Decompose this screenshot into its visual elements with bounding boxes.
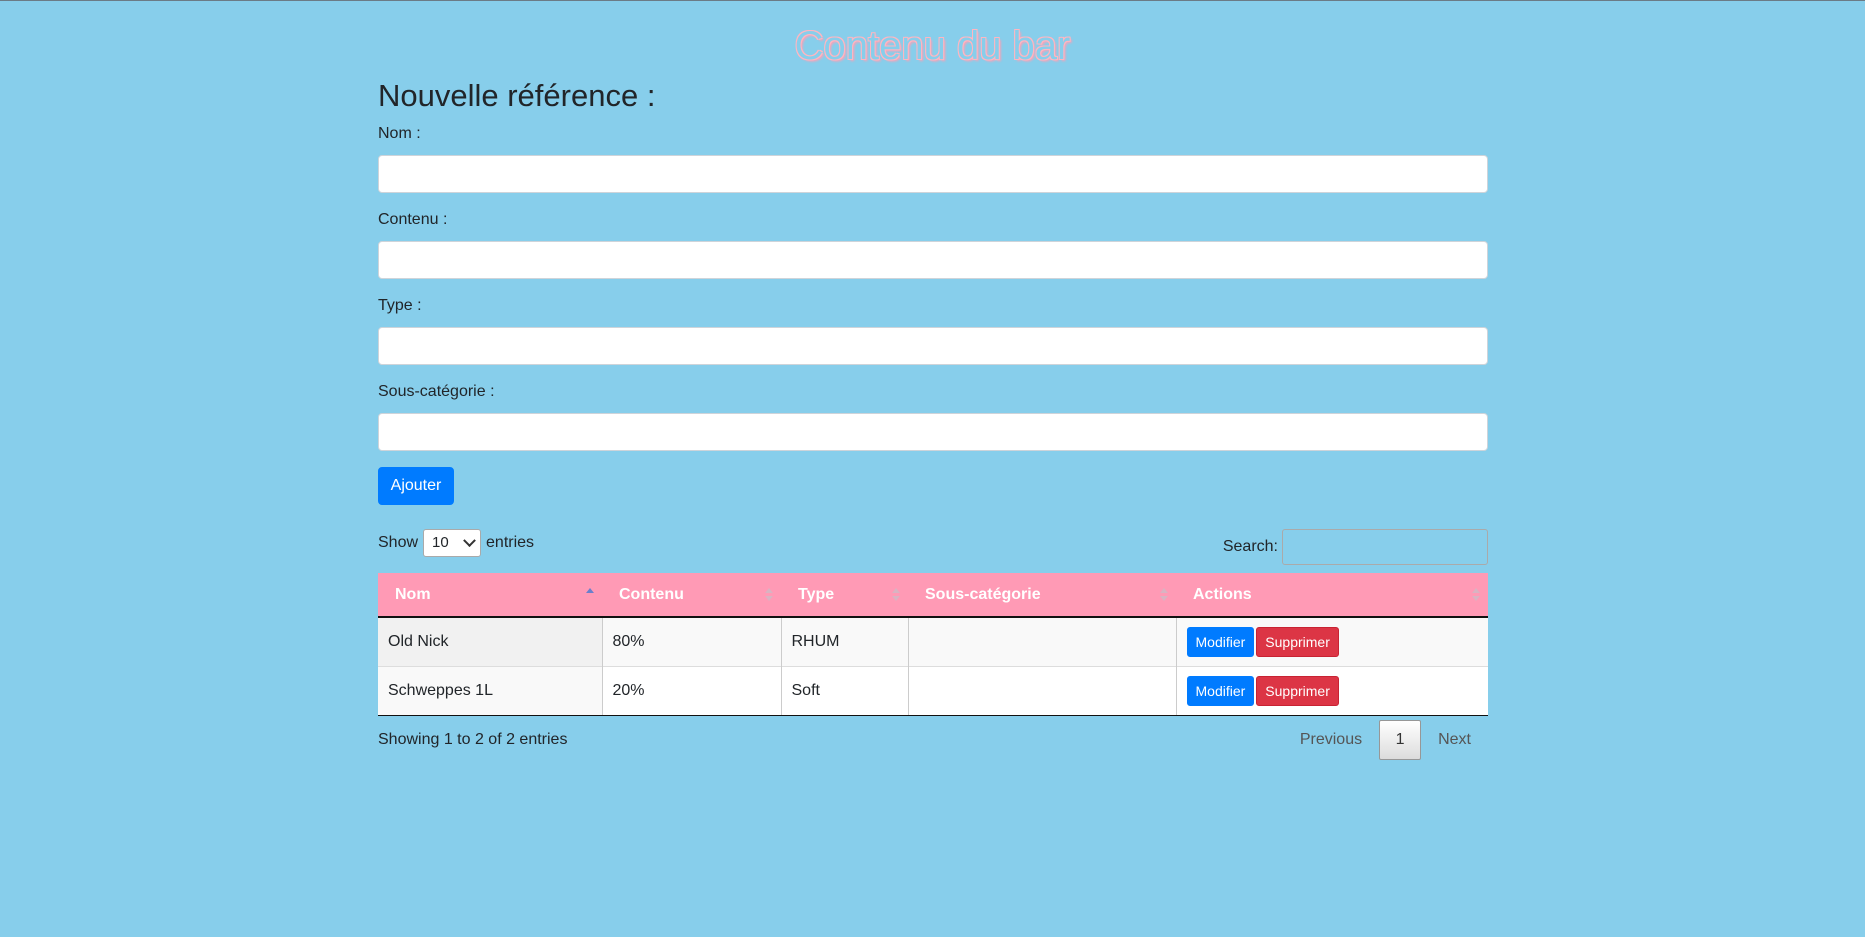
contenu-label: Contenu : — [378, 211, 448, 228]
cell-type: Soft — [781, 665, 909, 716]
sort-both-icon — [892, 587, 900, 603]
type-input[interactable] — [378, 327, 1488, 365]
cell-contenu: 20% — [602, 665, 782, 716]
pagination: Previous 1 Next — [1283, 720, 1488, 760]
column-header-actions[interactable]: Actions — [1176, 573, 1488, 618]
modifier-button[interactable]: Modifier — [1186, 675, 1255, 706]
contenu-input[interactable] — [378, 241, 1488, 279]
column-header-nom[interactable]: Nom — [378, 573, 602, 618]
column-header-label: Sous-catégorie — [925, 585, 1041, 603]
chevron-down-icon — [463, 533, 476, 547]
entries-label: entries — [486, 534, 535, 551]
sort-both-icon — [1472, 587, 1480, 603]
cell-nom: Schweppes 1L — [378, 665, 603, 716]
search-label: Search: — [1222, 538, 1278, 555]
page-1-button[interactable]: 1 — [1379, 720, 1422, 760]
sort-both-icon — [1160, 587, 1168, 603]
cell-actions: Modifier Supprimer — [1176, 665, 1488, 716]
search-input[interactable] — [1282, 529, 1488, 565]
cell-actions: Modifier Supprimer — [1176, 616, 1488, 666]
page-title: Contenu du bar — [794, 24, 1071, 68]
cell-type: RHUM — [781, 616, 909, 666]
nom-input[interactable] — [378, 155, 1488, 193]
page-length-control: Show 10 entries — [378, 529, 534, 557]
type-label: Type : — [378, 297, 422, 314]
cell-nom: Old Nick — [378, 616, 603, 666]
column-header-contenu[interactable]: Contenu — [602, 573, 781, 618]
ajouter-button[interactable]: Ajouter — [378, 467, 454, 505]
page-length-select[interactable]: 10 — [423, 529, 482, 557]
column-header-type[interactable]: Type — [781, 573, 908, 618]
column-header-label: Contenu — [619, 585, 684, 603]
nom-label: Nom : — [378, 125, 421, 142]
sort-ascending-icon — [586, 587, 594, 603]
column-header-label: Actions — [1193, 585, 1252, 603]
modifier-button[interactable]: Modifier — [1186, 626, 1255, 657]
table-row: Old Nick 80% RHUM Modifier Supprimer — [378, 616, 1488, 666]
supprimer-button[interactable]: Supprimer — [1256, 675, 1339, 706]
cell-contenu: 80% — [602, 616, 782, 666]
cell-sous-categorie — [908, 616, 1177, 666]
column-header-label: Type — [798, 585, 835, 603]
table-row: Schweppes 1L 20% Soft Modifier Supprimer — [378, 665, 1488, 716]
window-top-border — [0, 0, 1865, 1]
form-heading: Nouvelle référence : — [378, 78, 656, 113]
column-header-label: Nom — [395, 585, 431, 603]
sort-both-icon — [765, 587, 773, 603]
column-header-sous-categorie[interactable]: Sous-catégorie — [908, 573, 1176, 618]
supprimer-button[interactable]: Supprimer — [1256, 626, 1339, 657]
sous-categorie-input[interactable] — [378, 413, 1488, 451]
next-button[interactable]: Next — [1421, 720, 1488, 760]
previous-button[interactable]: Previous — [1283, 720, 1379, 760]
table-header-row: Nom Contenu Type Sous-catégorie Actions — [378, 573, 1488, 618]
cell-sous-categorie — [908, 665, 1177, 716]
page-length-value: 10 — [432, 534, 449, 551]
table-info: Showing 1 to 2 of 2 entries — [378, 731, 568, 748]
sous-categorie-label: Sous-catégorie : — [378, 383, 495, 400]
show-label: Show — [378, 534, 419, 551]
bar-table: Nom Contenu Type Sous-catégorie Actions — [378, 573, 1488, 716]
table-search: Search: — [1223, 529, 1488, 565]
